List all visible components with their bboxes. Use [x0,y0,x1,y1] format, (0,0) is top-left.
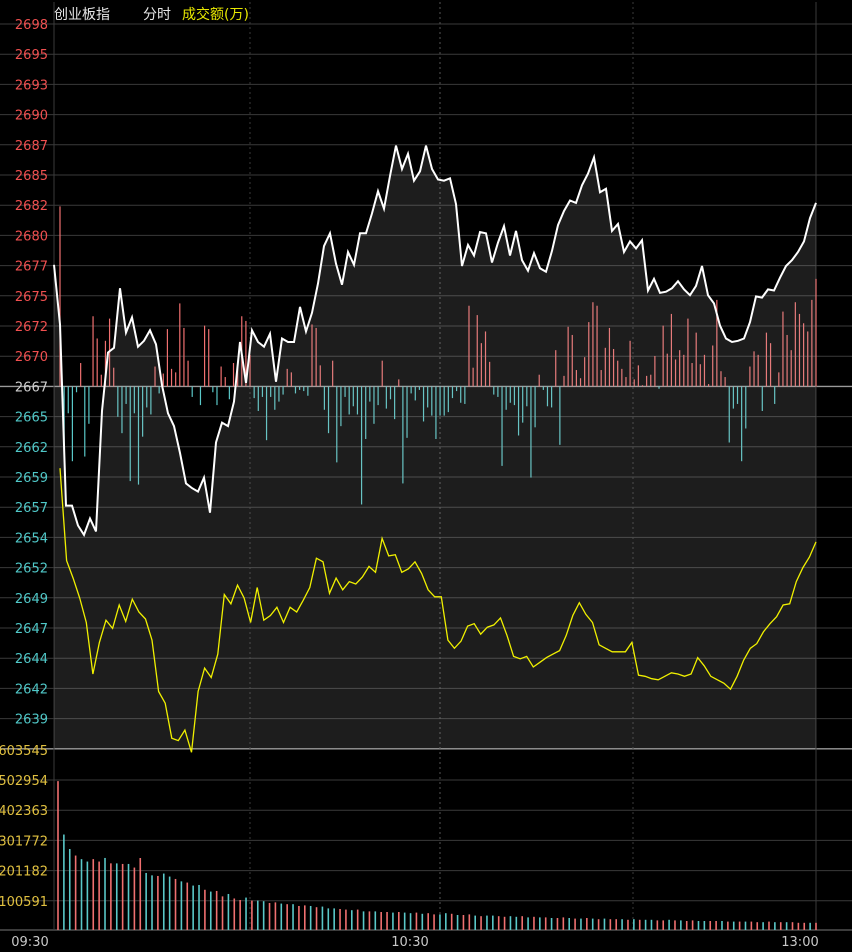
price-tick-label: 2644 [15,652,48,667]
time-tick-label: 09:30 [11,935,48,950]
price-tick-label: 2687 [15,139,48,154]
price-tick-label: 2662 [15,441,48,456]
time-tick-label: 10:30 [391,935,428,950]
price-tick-label: 2652 [15,562,48,577]
price-tick-label: 2677 [15,260,48,275]
price-tick-label: 2682 [15,199,48,214]
price-tick-label: 2695 [15,48,48,63]
index-name: 创业板指 [54,7,110,23]
price-tick-label: 2657 [15,501,48,516]
price-tick-label: 2680 [15,229,48,244]
price-tick-label: 2665 [15,411,48,426]
volume-tick-label: 603545 [0,744,48,759]
time-tick-label: 13:00 [781,935,818,950]
price-tick-label: 2698 [15,18,48,33]
volume-tick-label: 201182 [0,865,48,880]
volume-tick-label: 402363 [0,804,48,819]
price-tick-label: 2693 [15,78,48,93]
chart-header: 创业板指 分时 成交额(万) [54,6,249,23]
price-tick-label: 2667 [15,380,48,395]
intraday-chart[interactable]: 2698 2695 2693 2690 2687 2685 2682 2680 2677 2675… [0,0,852,952]
metric-label[interactable]: 成交额(万) [182,6,249,23]
price-tick-label: 2639 [15,713,48,728]
price-tick-label: 2647 [15,622,48,637]
mode-label[interactable]: 分时 [143,7,171,23]
price-tick-label: 2654 [15,531,48,546]
price-tick-label: 2649 [15,592,48,607]
price-tick-label: 2670 [15,350,48,365]
price-tick-label: 2675 [15,290,48,305]
price-tick-label: 2642 [15,682,48,697]
volume-tick-label: 502954 [0,774,48,789]
volume-tick-label: 100591 [0,895,48,910]
volume-tick-label: 301772 [0,834,48,849]
price-tick-label: 2672 [15,320,48,335]
price-tick-label: 2659 [15,471,48,486]
price-tick-label: 2685 [15,169,48,184]
price-tick-label: 2690 [15,109,48,124]
